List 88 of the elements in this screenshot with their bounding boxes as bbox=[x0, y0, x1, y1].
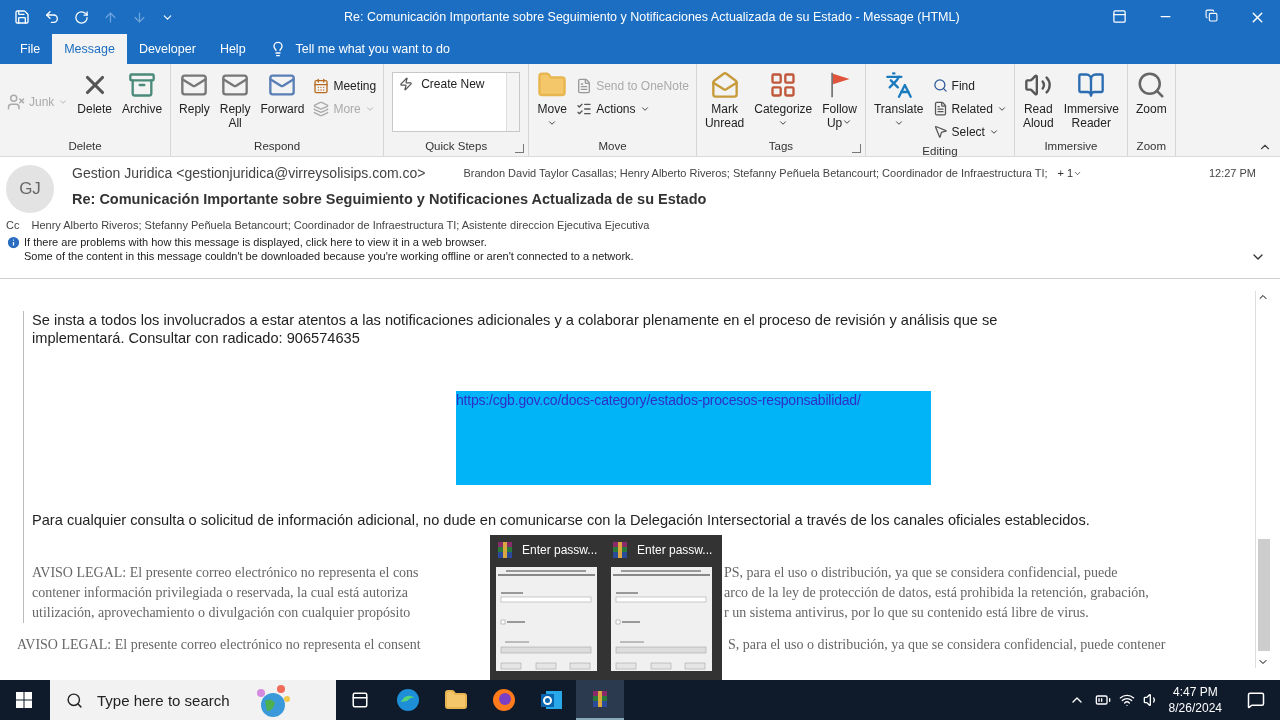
archive-button[interactable]: Archive bbox=[118, 68, 167, 118]
legal-notice-text: S, para el uso o distribución, ya que se considera confidencial, puede contener bbox=[728, 636, 1167, 654]
group-label: Immersive bbox=[1044, 139, 1098, 154]
immersive-reader-button[interactable]: Immersive Reader bbox=[1059, 68, 1123, 132]
taskbar-search-field[interactable]: Type here to search bbox=[95, 690, 239, 710]
actions-button[interactable]: Actions bbox=[573, 97, 692, 120]
window-preview-title[interactable]: Enter passw... bbox=[496, 541, 601, 559]
grid-icon bbox=[769, 71, 798, 99]
undo-icon[interactable] bbox=[44, 9, 60, 25]
url-link[interactable]: https:/cgb.gov.co/docs-category/estados-procesos-responsabilidad/ bbox=[456, 392, 861, 408]
lightning-icon bbox=[399, 77, 414, 91]
legal-notice-text: AVISO LEGAL: El presente correo electrónico no representa el cons bbox=[32, 564, 420, 582]
dialog-launcher-icon[interactable] bbox=[851, 144, 861, 153]
document-icon bbox=[576, 77, 593, 94]
dialog-launcher-icon[interactable] bbox=[515, 144, 525, 153]
related-button[interactable]: Related bbox=[929, 97, 1010, 120]
select-button[interactable]: Select bbox=[929, 120, 1010, 143]
battery-icon[interactable] bbox=[1094, 692, 1111, 708]
network-icon[interactable] bbox=[1118, 692, 1135, 708]
sender: Gestion Juridica <gestionjuridica@virreysolisips.com.co> bbox=[72, 165, 426, 181]
vertical-scrollbar[interactable] bbox=[1255, 291, 1272, 668]
document-icon bbox=[932, 101, 948, 116]
save-icon[interactable] bbox=[14, 9, 30, 25]
archive-app-icon bbox=[611, 541, 629, 559]
recipients: Brandon David Taylor Casallas; Henry Alberto Riveros; Stefanny Peñuela Betancourt; Coordinador de Infraestructura TI; bbox=[463, 167, 1048, 179]
search-icon bbox=[932, 78, 948, 93]
sent-time: 12:27 PM bbox=[1208, 167, 1256, 179]
cc-recipients: Henry Alberto Riveros; Stefanny Peñuela Betancourt; Coordinador de Infraestructura TI; Asistente direccion Ejecutiva Ejecutiva bbox=[31, 219, 650, 231]
cursor-icon bbox=[932, 124, 948, 139]
delete-button[interactable]: Delete bbox=[73, 68, 117, 118]
legal-notice-text: PS, para el uso o distribución, ya que se considera confidencial, puede bbox=[724, 564, 1119, 582]
archive-taskbar-button[interactable] bbox=[576, 680, 624, 720]
group-label: Editing bbox=[922, 144, 958, 159]
reply-button[interactable]: Reply bbox=[175, 68, 214, 118]
legal-notice-text: contener información privilegiada o reservada, la cual está autoriza bbox=[32, 584, 409, 602]
legal-notice-text: AVISO LEGAL: El presente correo electrónico no representa el consent bbox=[17, 636, 422, 654]
taskbar-clock[interactable]: 4:47 PM 8/26/2024 bbox=[1168, 684, 1222, 716]
create-new-button[interactable]: Create New bbox=[393, 73, 507, 97]
translate-icon bbox=[884, 71, 913, 99]
group-label: Quick Steps bbox=[425, 139, 488, 154]
forward-button[interactable]: Forward bbox=[256, 68, 309, 118]
open-envelope-icon bbox=[710, 71, 739, 99]
info-bar-text[interactable]: If there are problems with how this message is displayed, click here to view it in a web browser. Some of the content in this message couldn't be downloaded because you're working offline or aren't connected to a network. bbox=[24, 235, 634, 263]
legal-notice-text: r un sistema antivirus, por lo que su contenido está libre de virus. bbox=[724, 604, 1090, 622]
window-title: Re: Comunicación Importante sobre Seguimiento y Notificaciones Actualizada de su Estado - Message (HTML) bbox=[344, 10, 961, 24]
mark-unread-button[interactable]: Mark Unread bbox=[700, 68, 749, 132]
book-icon bbox=[1077, 71, 1106, 99]
follow-up-button[interactable]: Follow Up bbox=[818, 68, 861, 132]
tell-me-field[interactable]: Tell me what you want to do bbox=[269, 34, 450, 64]
junk-icon bbox=[7, 92, 25, 111]
read-aloud-button[interactable]: Read Aloud bbox=[1018, 68, 1058, 132]
calendar-icon bbox=[313, 77, 330, 94]
archive-app-icon bbox=[496, 541, 514, 559]
sender-avatar: GJ bbox=[6, 165, 54, 213]
message-paragraph: Se insta a todos los involucrados a estar atentos a las notificaciones adicionales y a colaborar plenamente en el proceso de revisión y análisis que se implementará. Consultar con radicado: 906574635 bbox=[32, 311, 999, 347]
info-icon bbox=[6, 235, 21, 250]
more-recipients-button[interactable]: + 1 bbox=[1057, 167, 1083, 179]
message-paragraph: Para cualquier consulta o solicitud de información adicional, no dude en comunicarse con la Delegación Intersectorial a través de los canales oficiales establecidos. bbox=[32, 511, 1091, 529]
ribbon-tab[interactable]: Developer bbox=[126, 34, 208, 64]
reply-all-button[interactable]: Reply All bbox=[215, 68, 255, 132]
find-button[interactable]: Find bbox=[929, 74, 1010, 97]
group-label: Tags bbox=[768, 139, 794, 154]
search-icon bbox=[66, 691, 83, 709]
translate-button[interactable]: Translate bbox=[869, 68, 928, 130]
group-label: Delete bbox=[68, 139, 102, 154]
layers-icon bbox=[313, 100, 330, 117]
windows-icon bbox=[16, 692, 32, 708]
legal-notice-text: utilización, aprovechamiento o divulgación con cualquier propósito bbox=[32, 604, 412, 622]
zoom-button[interactable]: Zoom bbox=[1131, 68, 1171, 118]
window-preview-title[interactable]: Enter passw... bbox=[611, 541, 716, 559]
categorize-button[interactable]: Categorize bbox=[750, 68, 817, 130]
move-button[interactable]: Move bbox=[533, 68, 572, 130]
scrollbar-thumb[interactable] bbox=[1258, 539, 1270, 651]
meeting-button[interactable]: Meeting bbox=[310, 74, 380, 97]
archive-box-icon bbox=[128, 71, 157, 99]
cc-label: Cc bbox=[6, 219, 20, 231]
link-banner[interactable]: https:/cgb.gov.co/docs-category/estados-procesos-responsabilidad/ bbox=[456, 391, 931, 485]
group-label: Respond bbox=[254, 139, 301, 154]
ribbon-tab[interactable]: File bbox=[8, 34, 53, 64]
gallery-scrollbar[interactable] bbox=[506, 73, 520, 131]
group-label: Zoom bbox=[1136, 139, 1166, 154]
message-subject: Re: Comunicación Importante sobre Seguimiento y Notificaciones Actualizada de su Estado bbox=[72, 191, 708, 207]
redo-icon[interactable] bbox=[74, 9, 89, 25]
legal-notice-text: arco de la ley de protección de datos, está prohibida la retención, grabación, bbox=[724, 584, 1150, 602]
ribbon-tab[interactable]: Help bbox=[207, 34, 258, 64]
group-label: Move bbox=[598, 139, 627, 154]
archive-app-icon bbox=[591, 690, 609, 708]
ribbon-tab[interactable]: Message bbox=[52, 34, 127, 64]
